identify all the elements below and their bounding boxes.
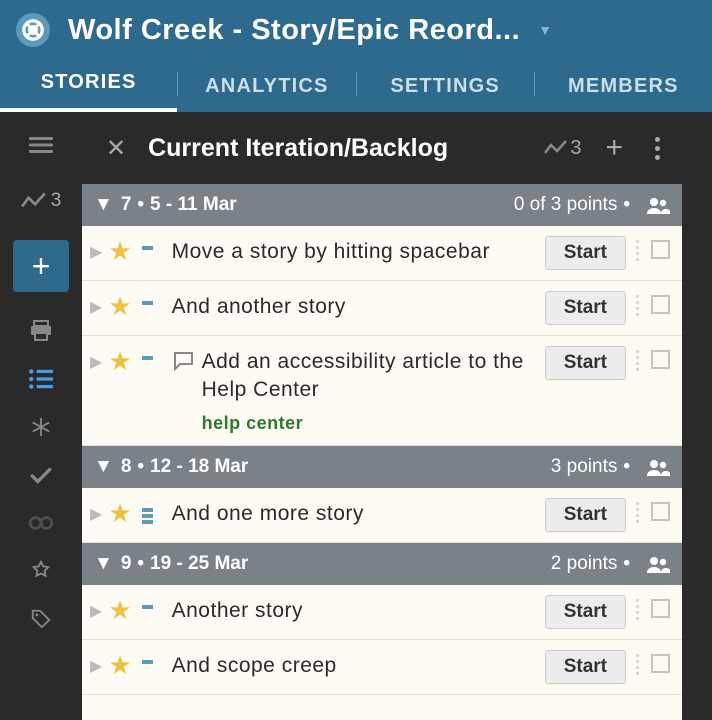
close-icon[interactable]: ✕ [96,126,136,171]
app-logo[interactable] [16,13,50,47]
story-row[interactable]: ▶ ★ Add an accessibility article to the He… [82,336,682,446]
sidebar-epics-icon[interactable] [11,548,71,594]
select-checkbox[interactable] [651,240,670,259]
backlog-panel: ✕ Current Iteration/Backlog 3 + ▼ 7•5 - 1… [82,112,682,720]
app-header: Wolf Creek - Story/Epic Reord... ▼ STORI… [0,0,712,112]
drag-handle-icon[interactable] [636,502,639,523]
select-checkbox[interactable] [651,502,670,521]
estimate-icon[interactable] [142,246,162,250]
story-label[interactable]: help center [202,411,537,435]
tab-stories[interactable]: STORIES [0,59,177,112]
expand-icon[interactable]: ▶ [90,504,102,524]
star-icon[interactable]: ★ [108,498,131,529]
iteration-label: 9•19 - 25 Mar [121,553,551,575]
expand-icon[interactable]: ▶ [90,242,102,262]
sidebar-add-button[interactable]: + [13,240,69,292]
sidebar-panels-icon[interactable] [11,122,71,168]
story-row[interactable]: ▶ ★ Another story Start [82,585,682,640]
iteration-label: 8•12 - 18 Mar [121,456,551,478]
start-button[interactable]: Start [545,236,626,270]
story-row[interactable]: ▶ ★ And scope creep Start [82,640,682,695]
estimate-icon[interactable] [142,301,162,305]
expand-icon[interactable]: ▶ [90,601,102,621]
sidebar-labels-icon[interactable] [11,596,71,642]
team-icon[interactable] [646,555,670,573]
star-icon[interactable]: ★ [108,346,131,377]
team-icon[interactable] [646,458,670,476]
panel-title: Current Iteration/Backlog [148,134,532,163]
sidebar: 3 + [0,112,82,720]
iteration-header[interactable]: ▼9•19 - 25 Mar2 points• [82,543,682,585]
iteration-points: 2 points [551,553,618,575]
select-checkbox[interactable] [651,350,670,369]
story-title: Another story [172,595,537,625]
sidebar-velocity[interactable]: 3 [11,178,71,224]
start-button[interactable]: Start [545,291,626,325]
panel-velocity[interactable]: 3 [544,137,581,160]
story-row[interactable]: ▶ ★ And one more story Start [82,488,682,543]
story-title: And one more story [172,498,537,528]
iteration-header[interactable]: ▼8•12 - 18 Mar3 points• [82,446,682,488]
drag-handle-icon[interactable] [636,350,639,371]
story-row[interactable]: ▶ ★ Move a story by hitting spacebar Start [82,226,682,281]
start-button[interactable]: Start [545,595,626,629]
drag-handle-icon[interactable] [636,599,639,620]
panel-header: ✕ Current Iteration/Backlog 3 + [82,112,682,184]
select-checkbox[interactable] [651,295,670,314]
drag-handle-icon[interactable] [636,295,639,316]
tab-analytics[interactable]: ANALYTICS [178,63,355,112]
iteration-points: 3 points [551,456,618,478]
drag-handle-icon[interactable] [636,654,639,675]
tab-settings[interactable]: SETTINGS [357,63,534,112]
project-title[interactable]: Wolf Creek - Story/Epic Reord... [68,14,520,47]
story-title: Add an accessibility article to the Help… [202,346,537,435]
story-title: Move a story by hitting spacebar [172,236,537,266]
panel-menu-icon[interactable] [647,137,668,160]
drag-handle-icon[interactable] [636,240,639,261]
star-icon[interactable]: ★ [108,291,131,322]
star-icon[interactable]: ★ [108,595,131,626]
select-checkbox[interactable] [651,654,670,673]
nav-tabs: STORIES ANALYTICS SETTINGS MEMBERS [0,56,712,112]
estimate-icon[interactable] [142,356,162,360]
collapse-icon[interactable]: ▼ [94,194,113,216]
star-icon[interactable]: ★ [108,236,131,267]
start-button[interactable]: Start [545,650,626,684]
iteration-header[interactable]: ▼7•5 - 11 Mar0 of 3 points• [82,184,682,226]
star-icon[interactable]: ★ [108,650,131,681]
team-icon[interactable] [646,196,670,214]
expand-icon[interactable]: ▶ [90,297,102,317]
expand-icon[interactable]: ▶ [90,656,102,676]
comment-icon[interactable] [172,351,194,376]
iteration-points: 0 of 3 points [514,194,618,216]
expand-icon[interactable]: ▶ [90,352,102,372]
start-button[interactable]: Start [545,498,626,532]
story-title: And another story [172,291,537,321]
story-row[interactable]: ▶ ★ And another story Start [82,281,682,336]
iteration-label: 7•5 - 11 Mar [121,194,514,216]
sidebar-print-icon[interactable] [11,308,71,354]
start-button[interactable]: Start [545,346,626,380]
add-story-icon[interactable]: + [593,131,635,165]
collapse-icon[interactable]: ▼ [94,456,113,478]
story-title: And scope creep [172,650,537,680]
sidebar-list-icon[interactable] [11,356,71,402]
tab-members[interactable]: MEMBERS [535,63,712,112]
select-checkbox[interactable] [651,599,670,618]
estimate-icon[interactable] [142,508,162,524]
project-dropdown-icon[interactable]: ▼ [538,22,552,38]
sidebar-done-icon[interactable] [11,452,71,498]
estimate-icon[interactable] [142,660,162,664]
sidebar-blocked-icon[interactable] [11,500,71,546]
estimate-icon[interactable] [142,605,162,609]
collapse-icon[interactable]: ▼ [94,553,113,575]
sidebar-snowflake-icon[interactable] [11,404,71,450]
